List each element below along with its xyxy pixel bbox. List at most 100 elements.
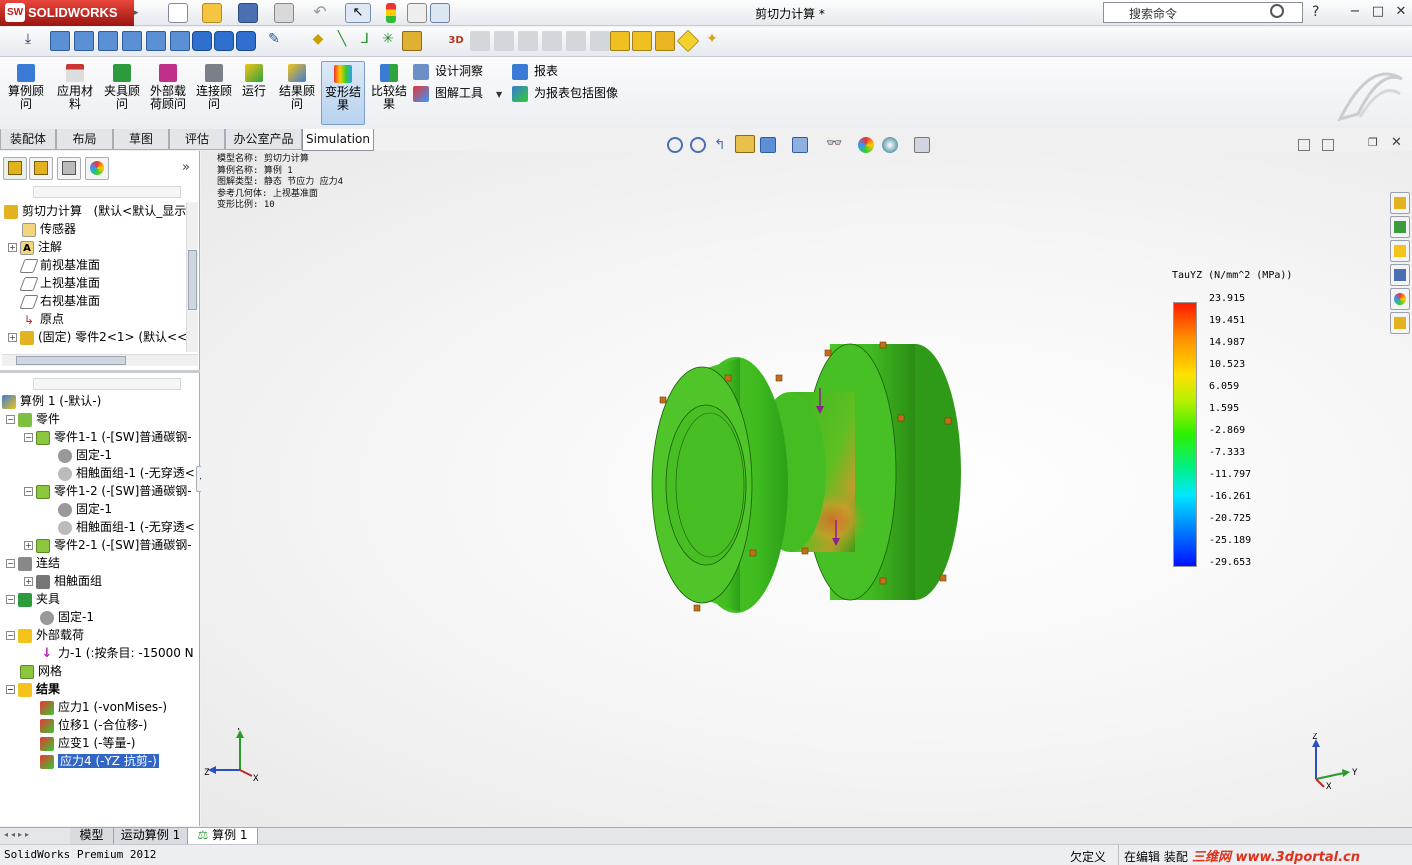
report-button[interactable]: 报表 [512, 61, 558, 81]
display-manager-tab-icon[interactable] [85, 157, 109, 180]
sketch-tool-9-icon[interactable] [655, 31, 675, 51]
deformed-result-button[interactable]: 变形结果 [321, 61, 365, 125]
study-item-part2-1[interactable]: + 零件2-1 (-[SW]普通碳钢- [2, 536, 198, 554]
viewport-close-icon[interactable]: ✕ [1391, 135, 1402, 150]
tree-item-part2[interactable]: + (固定) 零件2<1> (默认<< [4, 328, 188, 346]
point-icon[interactable]: ✳ [378, 31, 398, 51]
solidworks-logo[interactable]: SW SOLIDWORKS [0, 0, 134, 26]
expand-icon[interactable]: + [24, 541, 33, 550]
panel-splitter[interactable] [0, 370, 200, 373]
zoom-to-area-icon[interactable] [690, 137, 706, 153]
property-manager-tab-icon[interactable] [29, 157, 53, 180]
file-properties-icon[interactable] [407, 3, 427, 23]
panel-expand-icon[interactable]: » [182, 160, 190, 175]
collapse-icon[interactable]: − [24, 433, 33, 442]
collapse-icon[interactable]: − [6, 559, 15, 568]
tab-model[interactable]: 模型 [70, 828, 114, 844]
undo-icon[interactable]: ↶ [310, 3, 330, 23]
tab-sketch[interactable]: 草图 [113, 129, 169, 150]
minimize-button[interactable]: − [1344, 3, 1366, 21]
design-insight-button[interactable]: 设计洞察 [413, 61, 483, 81]
scrollbar-thumb[interactable] [188, 250, 197, 310]
tab-evaluate[interactable]: 评估 [169, 129, 225, 150]
filter-input[interactable] [33, 186, 181, 198]
axis-icon[interactable]: ╲ [332, 31, 352, 51]
plot-tools-button[interactable]: 图解工具 [413, 83, 483, 103]
study-item-displacement1[interactable]: 位移1 (-合位移-) [2, 716, 198, 734]
sketch-tool-7-icon[interactable] [610, 31, 630, 51]
study-item-fixtures[interactable]: − 夹具 [2, 590, 198, 608]
new-document-icon[interactable] [168, 3, 188, 23]
tree-item-sensor[interactable]: 传感器 [4, 220, 188, 238]
study-item-force-1[interactable]: ↓ 力-1 (:按条目: -15000 N [2, 644, 198, 662]
view-dimetric-icon[interactable] [236, 31, 256, 51]
tab-scroll-arrows-icon[interactable]: ◂◂▸▸ [4, 830, 64, 842]
tree-vertical-scrollbar[interactable] [186, 202, 198, 352]
plot-tools-dropdown-icon[interactable]: ▼ [496, 90, 502, 99]
view-iso-icon[interactable] [192, 31, 212, 51]
display-style-icon[interactable] [792, 137, 808, 153]
view-front-icon[interactable] [50, 31, 70, 51]
study-item-stress4[interactable]: 应力4 (-YZ 抗剪-) [2, 752, 198, 770]
study-item-part1-1[interactable]: − 零件1-1 (-[SW]普通碳钢- [2, 428, 198, 446]
expand-icon[interactable]: + [24, 577, 33, 586]
feature-tree-tab-icon[interactable] [3, 157, 27, 180]
reference-plane-icon[interactable]: ◆ [308, 31, 328, 51]
task-pane-library-icon[interactable] [1390, 216, 1410, 238]
coordinate-system-icon[interactable]: ⅃ [355, 31, 375, 51]
menu-arrow-icon[interactable]: ▸ [134, 3, 142, 23]
tree-horizontal-scrollbar[interactable] [2, 354, 198, 366]
view-bottom-icon[interactable] [170, 31, 190, 51]
view-orientation-icon[interactable] [760, 137, 776, 153]
configuration-manager-tab-icon[interactable] [57, 157, 81, 180]
tab-assembly[interactable]: 装配体 [0, 129, 56, 150]
view-top-icon[interactable] [146, 31, 166, 51]
previous-view-icon[interactable]: ↰ [714, 137, 734, 155]
study-item-fixed-2[interactable]: 固定-1 [2, 500, 198, 518]
include-image-button[interactable]: 为报表包括图像 [512, 83, 618, 103]
tab-simulation[interactable]: Simulation [302, 129, 374, 151]
help-icon[interactable]: ? [1312, 4, 1319, 20]
study-item-fixed-1[interactable]: 固定-1 [2, 446, 198, 464]
connections-advisor-button[interactable]: 连接顾问 [193, 61, 235, 125]
study-root[interactable]: 算例 1 (-默认-) [2, 392, 198, 410]
section-view-icon[interactable] [735, 135, 755, 153]
shear-stress-model-render[interactable] [640, 330, 980, 620]
tab-motion-study[interactable]: 运动算例 1 [114, 828, 188, 844]
study-advisor-button[interactable]: 算例顾问 [6, 61, 46, 125]
external-loads-button[interactable]: 外部载荷顾问 [147, 61, 189, 125]
maximize-button[interactable]: □ [1367, 3, 1389, 21]
edit-appearance-icon[interactable] [858, 137, 874, 153]
zoom-to-fit-icon[interactable] [667, 137, 683, 153]
study-filter-input[interactable] [33, 378, 181, 390]
study-item-fixture-1[interactable]: 固定-1 [2, 608, 198, 626]
view-settings-icon[interactable] [914, 137, 930, 153]
print-icon[interactable] [274, 3, 294, 23]
study-item-contact-2[interactable]: 相触面组-1 (-无穿透< [2, 518, 198, 536]
collapse-icon[interactable]: − [24, 487, 33, 496]
sketch-tool-10-icon[interactable] [676, 29, 700, 53]
collapse-icon[interactable]: − [6, 415, 15, 424]
study-item-stress1[interactable]: 应力1 (-vonMises-) [2, 698, 198, 716]
fixtures-advisor-button[interactable]: 夹具顾问 [101, 61, 143, 125]
study-item-part1-2[interactable]: − 零件1-2 (-[SW]普通碳钢- [2, 482, 198, 500]
study-item-contact-1[interactable]: 相触面组-1 (-无穿透< [2, 464, 198, 482]
tab-office-products[interactable]: 办公室产品 [225, 129, 302, 150]
tree-item-annotation[interactable]: + A 注解 [4, 238, 188, 256]
close-button[interactable]: ✕ [1390, 3, 1412, 21]
collapse-icon[interactable]: − [6, 631, 15, 640]
study-item-external-loads[interactable]: − 外部载荷 [2, 626, 198, 644]
normal-to-icon[interactable]: ✎ [264, 31, 284, 51]
view-left-icon[interactable] [98, 31, 118, 51]
apply-scene-icon[interactable] [882, 137, 898, 153]
smart-dimension-icon[interactable]: ✦ [702, 31, 722, 51]
study-item-results[interactable]: − 结果 [2, 680, 198, 698]
tree-item-top-plane[interactable]: 上视基准面 [4, 274, 188, 292]
study-item-parts[interactable]: − 零件 [2, 410, 198, 428]
options-icon[interactable] [430, 3, 450, 23]
tree-item-origin[interactable]: ↳ 原点 [4, 310, 188, 328]
study-item-connections[interactable]: − 连结 [2, 554, 198, 572]
viewport-split-icon[interactable] [1298, 139, 1310, 151]
select-pointer-icon[interactable]: ↖ [345, 3, 371, 23]
tree-item-right-plane[interactable]: 右视基准面 [4, 292, 188, 310]
